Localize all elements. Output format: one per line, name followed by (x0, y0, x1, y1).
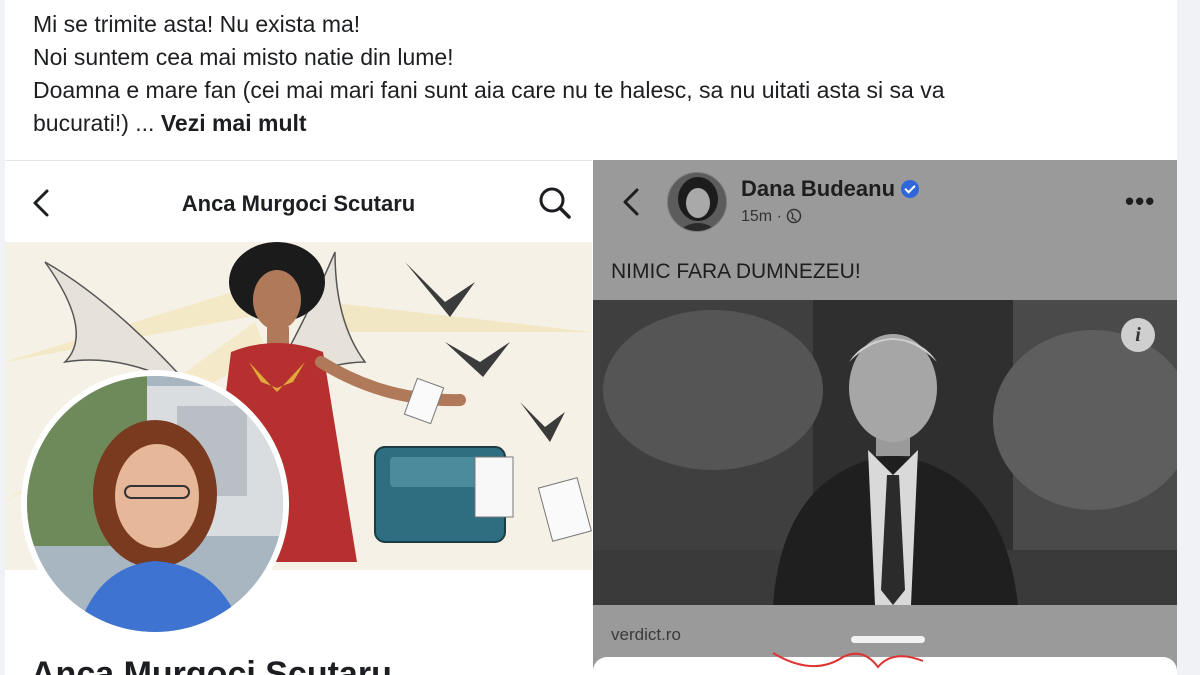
verified-badge-icon (901, 180, 920, 198)
post-line: Mi se trimite asta! Nu exista ma! (33, 11, 361, 37)
search-button[interactable] (535, 183, 575, 223)
see-more-link[interactable]: Vezi mai mult (161, 110, 307, 136)
back-button[interactable] (617, 182, 645, 222)
video-frame (593, 300, 1177, 605)
post-line: Doamna e mare fan (cei mai mari fani sun… (33, 77, 945, 103)
author-name[interactable]: Dana Budeanu (741, 176, 920, 202)
profile-photo[interactable] (21, 370, 289, 638)
post-line-last: bucurati!) ... Vezi mai mult (33, 107, 1153, 140)
post-content: NIMIC FARA DUMNEZEU! (611, 260, 861, 283)
post-card: Mi se trimite asta! Nu exista ma! Noi su… (5, 0, 1177, 675)
bottom-sheet (593, 652, 1177, 675)
page-title: Anca Murgoci Scutaru (181, 191, 416, 216)
meta-separator: · (772, 208, 787, 225)
red-scribble-annotation (772, 652, 924, 669)
left-header: Anca Murgoci Scutaru (5, 160, 592, 242)
search-icon (539, 187, 571, 219)
globe-icon (787, 208, 802, 224)
left-screenshot: Anca Murgoci Scutaru Anca Murgoci Scutar… (5, 160, 592, 675)
post-meta: 15m · (741, 208, 802, 226)
post-text: Mi se trimite asta! Nu exista ma! Noi su… (33, 8, 1153, 140)
profile-name: Anca Murgoci Scutaru (31, 655, 392, 675)
profile-picture (27, 376, 283, 632)
post-line: Noi suntem cea mai misto natie din lume! (33, 44, 454, 70)
post-line: bucurati!) ... (33, 110, 161, 136)
info-button[interactable]: i (1121, 318, 1155, 352)
chevron-left-icon (623, 188, 639, 216)
link-domain[interactable]: verdict.ro (611, 625, 681, 645)
more-button[interactable]: ••• (1125, 186, 1155, 217)
video-thumbnail[interactable]: i (593, 300, 1177, 605)
author-name-text[interactable]: Dana Budeanu (741, 176, 895, 201)
right-screenshot: Dana Budeanu 15m · ••• NIMIC FARA DUMNEZ… (593, 160, 1177, 675)
more-icon: ••• (1125, 186, 1156, 216)
info-icon: i (1135, 324, 1141, 346)
avatar[interactable] (667, 172, 727, 232)
author-avatar (668, 173, 726, 231)
sheet-handle[interactable] (851, 636, 925, 643)
post-time[interactable]: 15m (741, 208, 772, 225)
